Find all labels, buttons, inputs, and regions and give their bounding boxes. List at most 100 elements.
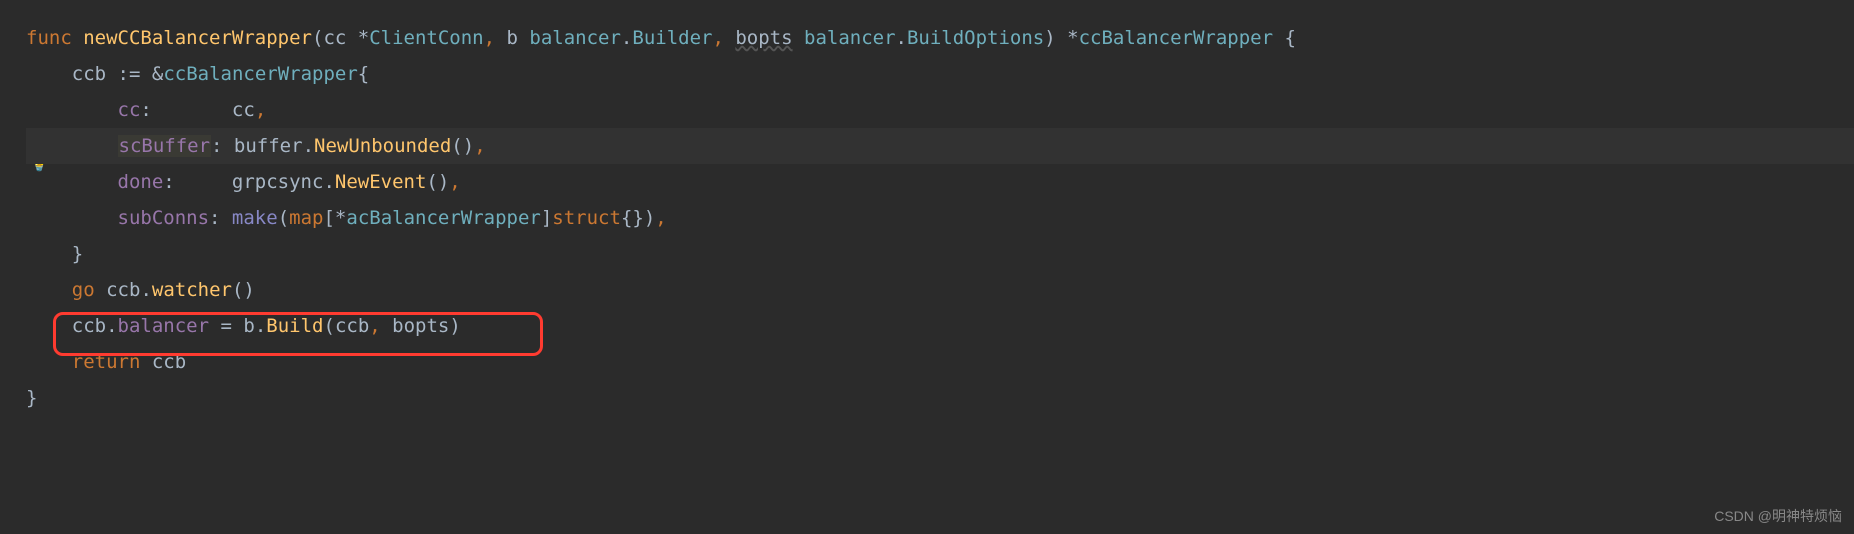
- keyword: return: [72, 351, 141, 373]
- parens: (): [426, 171, 449, 193]
- indent: [26, 243, 72, 265]
- field: cc: [118, 99, 141, 121]
- code-line: go ccb.watcher(): [26, 272, 1854, 308]
- type: balancer: [804, 27, 896, 49]
- dot: .: [140, 279, 151, 301]
- paren: (: [278, 207, 289, 229]
- function-name: newCCBalancerWrapper: [83, 27, 312, 49]
- dot: .: [323, 171, 334, 193]
- comma: ,: [255, 99, 266, 121]
- call: NewUnbounded: [314, 135, 451, 157]
- value: cc: [232, 99, 255, 121]
- paren: ): [449, 315, 460, 337]
- indent: [26, 207, 118, 229]
- brace: }: [72, 243, 83, 265]
- code-area[interactable]: func newCCBalancerWrapper(cc *ClientConn…: [0, 20, 1854, 416]
- code-line: cc: cc,: [26, 92, 1854, 128]
- colon: :: [163, 171, 232, 193]
- code-line: func newCCBalancerWrapper(cc *ClientConn…: [26, 20, 1854, 56]
- indent: [26, 171, 118, 193]
- comma: ,: [484, 27, 507, 49]
- watermark: CSDN @明神特烦恼: [1714, 506, 1842, 526]
- comma: ,: [474, 135, 485, 157]
- call: NewEvent: [335, 171, 427, 193]
- space: [95, 279, 106, 301]
- dot: .: [896, 27, 907, 49]
- indent: [26, 315, 72, 337]
- code-line: return ccb: [26, 344, 1854, 380]
- type: ccBalancerWrapper: [163, 63, 357, 85]
- space: [140, 351, 151, 373]
- indent: [26, 279, 72, 301]
- comma: ,: [369, 315, 392, 337]
- keyword: struct: [552, 207, 621, 229]
- indent: [26, 63, 72, 85]
- field: scBuffer: [118, 135, 212, 157]
- comma: ,: [655, 207, 666, 229]
- dot: .: [303, 135, 314, 157]
- identifier: ccb: [72, 63, 118, 85]
- code-line: }: [26, 380, 1854, 416]
- code-line: subConns: make(map[*acBalancerWrapper]st…: [26, 200, 1854, 236]
- field: done: [118, 171, 164, 193]
- colon: :: [211, 135, 234, 157]
- operator: =: [209, 315, 243, 337]
- indent: [26, 351, 72, 373]
- call: Build: [266, 315, 323, 337]
- colon: :: [140, 99, 232, 121]
- field: subConns: [118, 207, 210, 229]
- star: *: [1067, 27, 1078, 49]
- star: *: [335, 207, 346, 229]
- operator: :=: [118, 63, 152, 85]
- brace: {: [1273, 27, 1296, 49]
- paren: ): [1044, 27, 1067, 49]
- package: grpcsync: [232, 171, 324, 193]
- field: balancer: [118, 315, 210, 337]
- indent: [26, 135, 118, 157]
- paren: ): [644, 207, 655, 229]
- indent: [26, 99, 118, 121]
- param: bopts: [735, 27, 792, 49]
- identifier: ccb: [72, 315, 106, 337]
- type: acBalancerWrapper: [346, 207, 540, 229]
- type: Builder: [632, 27, 712, 49]
- builtin: make: [232, 207, 278, 229]
- call: watcher: [152, 279, 232, 301]
- param: b: [507, 27, 530, 49]
- comma: ,: [712, 27, 735, 49]
- package: buffer: [234, 135, 303, 157]
- type: BuildOptions: [907, 27, 1044, 49]
- dot: .: [621, 27, 632, 49]
- brace: {: [358, 63, 369, 85]
- return-type: ccBalancerWrapper: [1079, 27, 1273, 49]
- keyword: func: [26, 27, 72, 49]
- space: [793, 27, 804, 49]
- bracket: [: [323, 207, 334, 229]
- type: balancer: [529, 27, 621, 49]
- code-line: ccb := &ccBalancerWrapper{: [26, 56, 1854, 92]
- colon: :: [209, 207, 232, 229]
- comma: ,: [449, 171, 460, 193]
- brace: }: [26, 387, 37, 409]
- param: cc: [323, 27, 357, 49]
- dot: .: [106, 315, 117, 337]
- parens: (): [232, 279, 255, 301]
- star: *: [358, 27, 369, 49]
- keyword: map: [289, 207, 323, 229]
- code-editor[interactable]: 💡 func newCCBalancerWrapper(cc *ClientCo…: [0, 0, 1854, 416]
- paren: (: [324, 315, 335, 337]
- dot: .: [255, 315, 266, 337]
- type: ClientConn: [369, 27, 483, 49]
- code-line-highlighted: scBuffer: buffer.NewUnbounded(),: [26, 128, 1854, 164]
- identifier: b: [243, 315, 254, 337]
- code-line-boxed: ccb.balancer = b.Build(ccb, bopts): [26, 308, 1854, 344]
- identifier: ccb: [152, 351, 186, 373]
- paren: (: [312, 27, 323, 49]
- bracket: ]: [541, 207, 552, 229]
- code-line: done: grpcsync.NewEvent(),: [26, 164, 1854, 200]
- parens: (): [451, 135, 474, 157]
- identifier: ccb: [106, 279, 140, 301]
- arg: bopts: [392, 315, 449, 337]
- arg: ccb: [335, 315, 369, 337]
- braces: {}: [621, 207, 644, 229]
